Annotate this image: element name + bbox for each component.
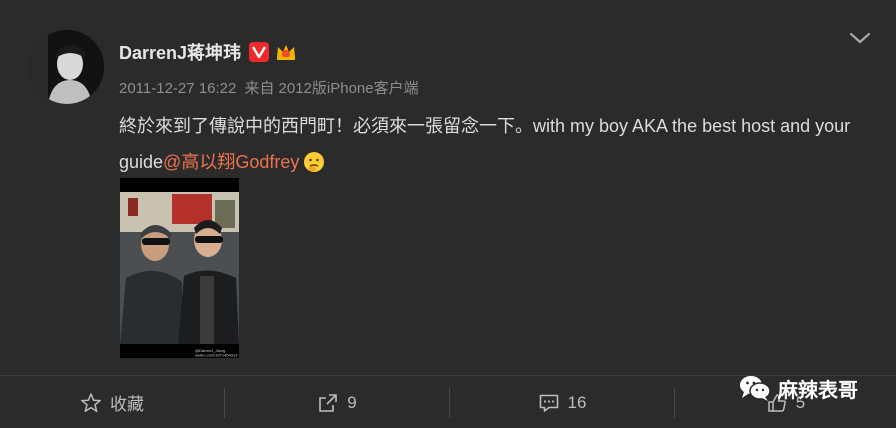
photo-caption-2: weibo.com/1871450313	[195, 353, 238, 358]
repost-count: 9	[347, 392, 357, 412]
wechat-icon	[740, 376, 771, 401]
comment-button[interactable]: 16	[450, 376, 674, 428]
username[interactable]: DarrenJ蒋坤玮	[119, 39, 241, 65]
favorite-button[interactable]: 收藏	[0, 376, 224, 428]
share-icon	[319, 393, 338, 412]
post-timestamp[interactable]: 2011-12-27 16:22	[119, 80, 236, 97]
weibo-post-card: DarrenJ蒋坤玮 2011-12-27 16:22 来自 2012版iPhon…	[0, 0, 896, 428]
comment-icon	[539, 394, 558, 412]
source-prefix: 来自	[244, 80, 275, 97]
username-row: DarrenJ蒋坤玮	[119, 40, 297, 64]
post-source[interactable]: 2012版iPhone客户端	[279, 80, 419, 97]
favorite-label: 收藏	[110, 395, 144, 414]
post-photo[interactable]: @DarrenJ_Jiang weibo.com/1871450313	[120, 178, 239, 358]
chevron-down-icon[interactable]	[846, 28, 874, 48]
star-icon	[81, 392, 101, 412]
mention-link[interactable]: @高以翔Godfrey	[163, 152, 299, 172]
post-text: 終於來到了傳說中的西門町！必須來一張留念一下。with my boy AKA t…	[119, 108, 859, 180]
watermark-text: 麻辣表哥	[778, 379, 858, 402]
verified-v-icon[interactable]	[249, 42, 270, 62]
post-meta: 2011-12-27 16:22 来自 2012版iPhone客户端	[119, 77, 423, 98]
thinking-emoji-icon	[303, 149, 325, 172]
avatar[interactable]	[30, 30, 104, 104]
crown-icon[interactable]	[275, 42, 297, 62]
repost-button[interactable]: 9	[225, 376, 449, 428]
comment-count: 16	[567, 392, 587, 412]
watermark: 麻辣表哥	[738, 373, 858, 403]
